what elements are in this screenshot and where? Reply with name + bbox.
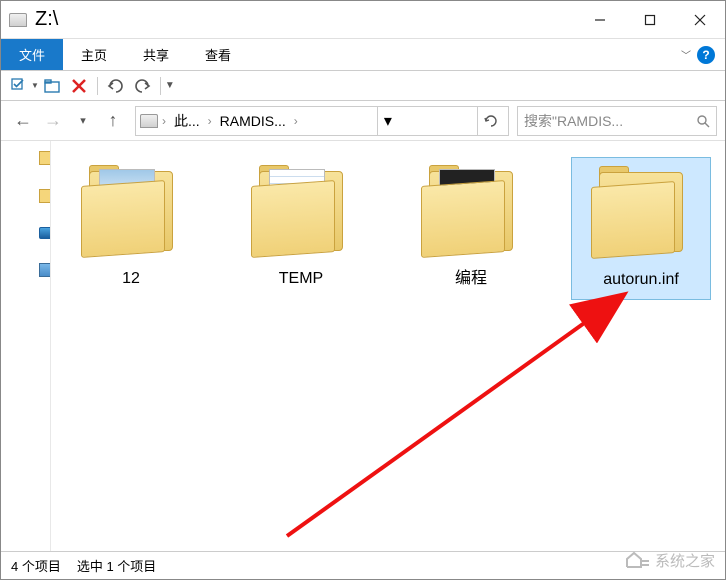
item-label: 12 [65, 269, 197, 290]
sidebar-item[interactable] [39, 189, 51, 203]
search-placeholder: 搜索"RAMDIS... [524, 111, 623, 131]
status-item-count: 4 个项目 [11, 556, 61, 575]
titlebar: Z:\ [1, 1, 725, 39]
chevron-right-icon[interactable]: › [294, 114, 298, 128]
undo-icon [107, 78, 125, 94]
watermark-icon [625, 547, 651, 573]
close-icon [694, 14, 706, 26]
breadcrumb-item-thispc[interactable]: 此... [170, 111, 204, 131]
status-selected-count: 选中 1 个项目 [77, 556, 156, 575]
minimize-icon [594, 14, 606, 26]
delete-x-icon [71, 78, 87, 94]
breadcrumb-drive-icon [140, 114, 158, 128]
breadcrumb[interactable]: › 此... › RAMDIS... › ▾ [135, 106, 509, 136]
qat-customize-dropdown[interactable]: ▼ [165, 80, 175, 91]
folder-icon [251, 165, 351, 261]
minimize-button[interactable] [575, 1, 625, 38]
nav-pane[interactable] [1, 141, 51, 551]
checkbox-check-icon [11, 78, 27, 94]
close-button[interactable] [675, 1, 725, 38]
ribbon-tabs: 文件 主页 共享 查看 ﹀ ? [1, 39, 725, 71]
folder-item[interactable]: 编程 [401, 157, 541, 298]
folder-item[interactable]: TEMP [231, 157, 371, 298]
sidebar-item[interactable] [39, 151, 51, 165]
maximize-icon [644, 14, 656, 26]
help-button[interactable]: ? [697, 46, 715, 64]
status-bar: 4 个项目 选中 1 个项目 [1, 551, 725, 579]
address-bar: ← → ▾ ↑ › 此... › RAMDIS... › ▾ 搜索"RAMDIS… [1, 101, 725, 141]
folder-icon [421, 165, 521, 261]
maximize-button[interactable] [625, 1, 675, 38]
window-controls [575, 1, 725, 38]
breadcrumb-dropdown[interactable]: ▾ [377, 107, 398, 135]
nav-recent-dropdown[interactable]: ▾ [69, 107, 97, 135]
window-title: Z:\ [35, 8, 575, 31]
tab-home[interactable]: 主页 [63, 39, 125, 70]
drive-icon [9, 13, 27, 27]
folder-icon [81, 165, 181, 261]
item-label: autorun.inf [576, 270, 706, 291]
sidebar-item-thispc[interactable] [39, 227, 51, 239]
qat-redo[interactable] [130, 74, 154, 98]
file-list[interactable]: 12 TEMP 编程 autorun.inf [51, 141, 725, 551]
nav-back[interactable]: ← [9, 107, 37, 135]
new-folder-icon [44, 78, 62, 94]
qat-dropdown-1[interactable]: ▼ [31, 81, 39, 90]
search-input[interactable]: 搜索"RAMDIS... [517, 106, 717, 136]
chevron-right-icon[interactable]: › [208, 114, 212, 128]
qat-separator [97, 77, 98, 95]
nav-up[interactable]: ↑ [99, 107, 127, 135]
item-label: TEMP [235, 269, 367, 290]
tab-file[interactable]: 文件 [1, 39, 63, 70]
sidebar-item[interactable] [39, 263, 51, 277]
expand-ribbon-icon[interactable]: ﹀ [681, 47, 691, 62]
folder-item[interactable]: 12 [61, 157, 201, 298]
watermark: 系统之家 [625, 547, 715, 573]
refresh-icon [484, 114, 498, 128]
item-label: 编程 [405, 269, 537, 290]
ribbon-right: ﹀ ? [681, 39, 725, 70]
tab-share[interactable]: 共享 [125, 39, 187, 70]
tab-view[interactable]: 查看 [187, 39, 249, 70]
breadcrumb-item-ramdisk[interactable]: RAMDIS... [216, 113, 290, 129]
qat-undo[interactable] [104, 74, 128, 98]
quick-access-toolbar: ▼ ▼ [1, 71, 725, 101]
chevron-right-icon[interactable]: › [162, 114, 166, 128]
search-icon [696, 114, 710, 128]
folder-icon [591, 166, 691, 262]
qat-separator-2 [160, 77, 161, 95]
folder-item-selected[interactable]: autorun.inf [571, 157, 711, 300]
qat-delete[interactable] [67, 74, 91, 98]
qat-properties[interactable] [7, 74, 31, 98]
main-area: 12 TEMP 编程 autorun.inf [1, 141, 725, 551]
nav-forward[interactable]: → [39, 107, 67, 135]
watermark-text: 系统之家 [655, 550, 715, 571]
qat-new-folder[interactable] [41, 74, 65, 98]
redo-icon [133, 78, 151, 94]
refresh-button[interactable] [477, 107, 504, 135]
